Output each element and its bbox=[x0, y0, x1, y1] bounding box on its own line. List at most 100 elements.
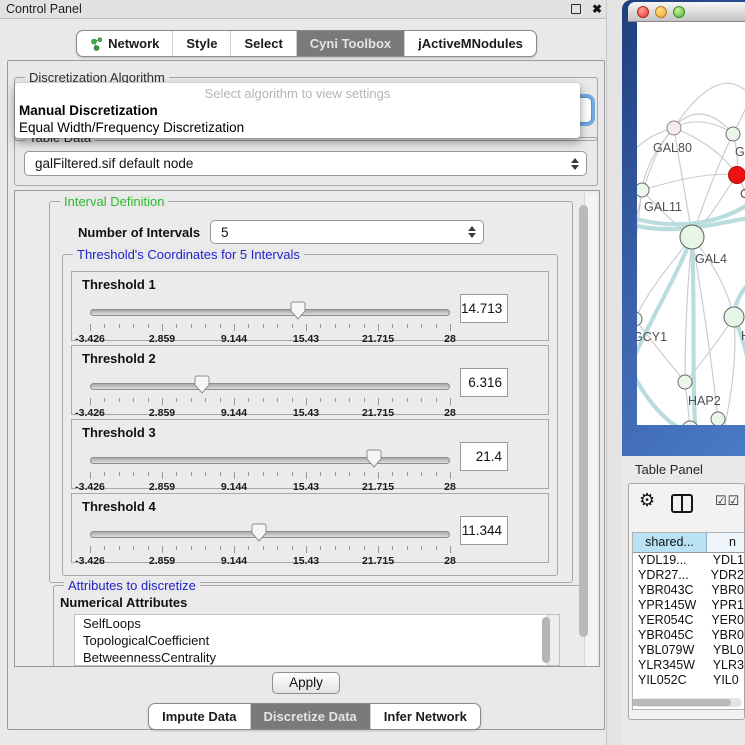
slider-track[interactable] bbox=[90, 309, 450, 316]
split-columns-icon[interactable] bbox=[671, 494, 693, 513]
checkbox-icons[interactable]: ☑☑ bbox=[715, 493, 740, 509]
attribute-item-topologicalcoefficient[interactable]: TopologicalCoefficient bbox=[75, 632, 559, 649]
tab-cyni-toolbox[interactable]: Cyni Toolbox bbox=[296, 31, 404, 56]
tab-style[interactable]: Style bbox=[172, 31, 230, 56]
top-tab-bar: Network Style SelectCyni ToolboxjActiveMNo… bbox=[0, 30, 613, 57]
table-panel-title: Table Panel bbox=[635, 462, 703, 477]
network-node[interactable] bbox=[678, 375, 692, 389]
slider-thumb[interactable] bbox=[251, 523, 267, 543]
slider-thumb[interactable] bbox=[194, 375, 210, 395]
panel-scrollbar[interactable] bbox=[584, 193, 597, 666]
network-node[interactable] bbox=[724, 307, 744, 327]
column-header-1[interactable]: shared... bbox=[633, 533, 707, 552]
table-horizontal-scrollbar[interactable] bbox=[635, 698, 742, 707]
attribute-item-selfloops[interactable]: SelfLoops bbox=[75, 615, 559, 632]
table-row[interactable]: YDL19...YDL1 bbox=[633, 553, 744, 568]
table-row[interactable]: YIL052CYIL0 bbox=[633, 673, 744, 688]
slider-tick-labels: -3.4262.8599.14415.4321.71528 bbox=[90, 555, 450, 567]
table-row[interactable]: YLR345WYLR3 bbox=[633, 658, 744, 673]
node-label-h: H bbox=[741, 329, 745, 343]
panel-divider[interactable] bbox=[606, 0, 622, 745]
table-data-combobox[interactable]: galFiltered.sif default node bbox=[24, 151, 587, 176]
slider-ticks bbox=[90, 398, 450, 406]
numerical-attributes-list[interactable]: SelfLoopsTopologicalCoefficientBetweenne… bbox=[74, 614, 560, 666]
slider-track[interactable] bbox=[90, 457, 450, 464]
column-header-2[interactable]: n bbox=[707, 533, 744, 552]
slider-track[interactable] bbox=[90, 531, 450, 538]
tab-impute-data[interactable]: Impute Data bbox=[149, 704, 249, 729]
network-node[interactable] bbox=[680, 225, 704, 249]
threshold-value-field[interactable]: 11.344 bbox=[460, 516, 508, 545]
table-row[interactable]: YER054CYER0 bbox=[633, 613, 744, 628]
scrollbar-thumb[interactable] bbox=[579, 205, 588, 637]
slider-track[interactable] bbox=[90, 383, 450, 390]
tab-select[interactable]: Select bbox=[230, 31, 295, 56]
table-row[interactable]: YDR27...YDR2 bbox=[633, 568, 744, 583]
table-cell: YBL079W bbox=[633, 643, 707, 658]
number-of-intervals-combobox[interactable]: 5 bbox=[210, 220, 484, 244]
application-window: Control Panel ✖ Network Style SelectCyni T… bbox=[0, 0, 745, 745]
table-cell: YDL1 bbox=[707, 553, 744, 568]
tab-discretize-data[interactable]: Discretize Data bbox=[250, 704, 370, 729]
window-minimize-button[interactable] bbox=[655, 6, 667, 18]
float-window-icon[interactable] bbox=[571, 4, 581, 14]
network-node[interactable] bbox=[637, 183, 649, 197]
table-row[interactable]: YBL079WYBL0 bbox=[633, 643, 744, 658]
control-panel: Control Panel ✖ Network Style SelectCyni T… bbox=[0, 0, 613, 745]
tab-infer-network[interactable]: Infer Network bbox=[370, 704, 480, 729]
threshold-slider[interactable]: -3.4262.8599.14415.4321.71528 bbox=[90, 300, 450, 340]
threshold-value-field[interactable]: 14.713 bbox=[460, 294, 508, 323]
threshold-slider[interactable]: -3.4262.8599.14415.4321.71528 bbox=[90, 522, 450, 562]
window-zoom-button[interactable] bbox=[673, 6, 685, 18]
table-data-selected-value: galFiltered.sif default node bbox=[35, 152, 193, 176]
tab-label: Infer Network bbox=[384, 704, 467, 730]
threshold-value-field[interactable]: 21.4 bbox=[460, 442, 508, 471]
group-label: Threshold's Coordinates for 5 Intervals bbox=[73, 247, 304, 262]
list-scrollbar[interactable] bbox=[547, 615, 559, 665]
threshold-2-box: Threshold 2-3.4262.8599.14415.4321.71528… bbox=[71, 345, 549, 415]
table-cell: YPR145W bbox=[633, 598, 705, 613]
table-cell: YIL052C bbox=[633, 673, 707, 688]
close-icon[interactable]: ✖ bbox=[592, 0, 602, 19]
table-cell: YBL0 bbox=[707, 643, 744, 658]
attribute-item-betweennesscentrality[interactable]: BetweennessCentrality bbox=[75, 649, 559, 666]
gear-icon[interactable]: ⚙ bbox=[639, 490, 655, 511]
network-view-window: GAL80GACGAL11GAL4GCY1HHAP2 bbox=[622, 0, 745, 456]
panel-title: Control Panel bbox=[6, 0, 82, 19]
table-cell: YLR345W bbox=[633, 658, 707, 673]
table-row[interactable]: YBR043CYBR0 bbox=[633, 583, 744, 598]
node-label-ga: GA bbox=[735, 145, 745, 159]
threshold-1-box: Threshold 1-3.4262.8599.14415.4321.71528… bbox=[71, 271, 549, 341]
node-attribute-table[interactable]: shared...n YDL19...YDL1YDR27...YDR2YBR04… bbox=[632, 532, 744, 710]
table-row[interactable]: YPR145WYPR1 bbox=[633, 598, 744, 613]
slider-thumb[interactable] bbox=[366, 449, 382, 469]
tab-network[interactable]: Network bbox=[77, 31, 172, 56]
network-node[interactable] bbox=[637, 312, 642, 326]
network-node[interactable] bbox=[711, 412, 725, 425]
network-node[interactable] bbox=[729, 167, 745, 184]
scrollbar-thumb[interactable] bbox=[542, 617, 550, 663]
attributes-to-discretize-group: Attributes to discretize Numerical Attri… bbox=[53, 585, 585, 667]
table-row[interactable]: YBR045CYBR0 bbox=[633, 628, 744, 643]
threshold-slider[interactable]: -3.4262.8599.14415.4321.71528 bbox=[90, 374, 450, 414]
apply-button[interactable]: Apply bbox=[272, 672, 340, 694]
table-data-group: Table Data galFiltered.sif default node bbox=[14, 137, 598, 186]
tab-jactivemnodules[interactable]: jActiveMNodules bbox=[404, 31, 536, 56]
network-node[interactable] bbox=[726, 127, 740, 141]
network-node[interactable] bbox=[667, 121, 681, 135]
dropdown-option-equal-width-frequency[interactable]: Equal Width/Frequency Discretization bbox=[15, 119, 580, 136]
dropdown-option-manual-discretization[interactable]: Manual Discretization bbox=[15, 102, 580, 119]
slider-thumb[interactable] bbox=[290, 301, 306, 321]
network-window-titlebar[interactable] bbox=[628, 2, 745, 22]
window-close-button[interactable] bbox=[637, 6, 649, 18]
slider-tick-labels: -3.4262.8599.14415.4321.71528 bbox=[90, 407, 450, 419]
network-canvas[interactable]: GAL80GACGAL11GAL4GCY1HHAP2 bbox=[637, 22, 745, 425]
table-cell: YBR0 bbox=[705, 628, 744, 643]
threshold-3-box: Threshold 3-3.4262.8599.14415.4321.71528… bbox=[71, 419, 549, 489]
table-cell: YIL0 bbox=[707, 673, 744, 688]
threshold-slider[interactable]: -3.4262.8599.14415.4321.71528 bbox=[90, 448, 450, 488]
scrollbar-thumb[interactable] bbox=[632, 699, 731, 706]
tab-label: Style bbox=[186, 31, 217, 57]
network-icon bbox=[90, 37, 103, 51]
threshold-value-field[interactable]: 6.316 bbox=[460, 368, 508, 397]
